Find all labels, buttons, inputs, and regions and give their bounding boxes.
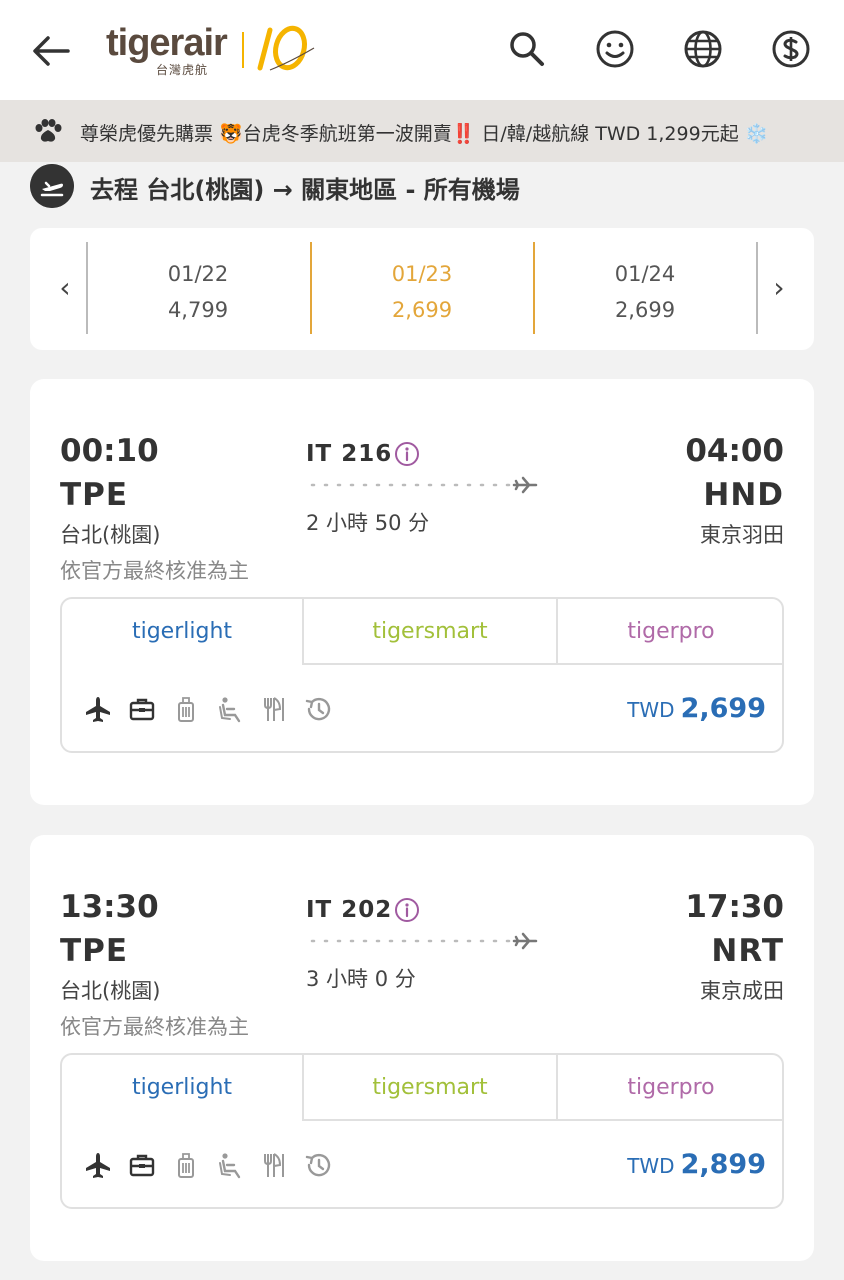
arrival-code: NRT (711, 933, 784, 969)
departure-time: 13:30 (60, 889, 159, 925)
plane-icon (86, 697, 110, 722)
date-selector: ‹ 01/22 4,799 01/23 2,699 01/24 2,699 › (30, 228, 814, 350)
briefcase-icon (129, 698, 155, 721)
tigerair-logo[interactable]: tigerair 台灣虎航 (106, 22, 336, 82)
arrival-time: 17:30 (685, 889, 784, 925)
price-amount: 2,899 (680, 1149, 766, 1180)
departure-code: TPE (60, 933, 129, 969)
schedule-note: 依官方最終核准為主 (60, 1015, 249, 1039)
arrival-time: 04:00 (685, 433, 784, 469)
smile-icon[interactable] (594, 28, 636, 70)
fare-price[interactable]: TWD 2,699 (627, 693, 766, 724)
plane-icon (86, 1153, 110, 1178)
search-icon[interactable] (506, 28, 548, 70)
logo-text: tigerair (106, 22, 228, 64)
fare-options: tigerlight tigersmart tigerpro (60, 1053, 784, 1209)
tab-tigerlight[interactable]: tigerlight (62, 1055, 302, 1121)
date-price: 4,799 (167, 298, 229, 322)
flight-number: IT 216 (306, 441, 393, 467)
tab-tigersmart[interactable]: tigersmart (302, 599, 556, 665)
flight-path-icon (310, 476, 538, 494)
promo-banner[interactable]: 尊榮虎優先購票 🐯台虎冬季航班第一波開賣‼️ 日/韓/越航線 TWD 1,299… (0, 100, 844, 162)
departure-city: 台北(桃園) (60, 979, 161, 1003)
schedule-note: 依官方最終核准為主 (60, 559, 249, 583)
meal-icon (264, 697, 284, 721)
history-icon (305, 697, 331, 721)
date-divider (756, 242, 758, 334)
flight-card[interactable]: 13:30 TPE 台北(桃園) 依官方最終核准為主 IT 202 3 小時 0… (30, 835, 814, 1261)
arrival-code: HND (703, 477, 784, 513)
info-icon[interactable] (394, 897, 420, 923)
flight-card[interactable]: 00:10 TPE 台北(桃園) 依官方最終核准為主 IT 216 2 小時 5… (30, 379, 814, 805)
flight-duration: 3 小時 0 分 (306, 967, 416, 991)
seat-icon (219, 1153, 241, 1179)
seat-icon (219, 697, 241, 723)
meal-icon (264, 1153, 284, 1177)
currency-icon[interactable] (770, 28, 812, 70)
date-option-0124[interactable]: 01/24 2,699 (535, 256, 755, 328)
briefcase-icon (129, 1154, 155, 1177)
arrival-city: 東京成田 (700, 979, 784, 1003)
tab-tigerpro[interactable]: tigerpro (556, 599, 784, 665)
paw-icon (35, 119, 62, 142)
flight-duration: 2 小時 50 分 (306, 511, 430, 535)
date-option-0122[interactable]: 01/22 4,799 (88, 256, 308, 328)
globe-icon[interactable] (682, 28, 724, 70)
history-icon (305, 1153, 331, 1177)
departure-city: 台北(桃園) (60, 523, 161, 547)
flight-path-icon (310, 932, 538, 950)
price-currency: TWD (627, 1154, 675, 1178)
tab-tigerlight[interactable]: tigerlight (62, 599, 302, 665)
date-option-0123-selected[interactable]: 01/23 2,699 (312, 256, 532, 328)
logo-divider (242, 32, 244, 68)
price-amount: 2,699 (680, 693, 766, 724)
logo-subtitle: 台灣虎航 (156, 63, 209, 77)
next-date-button[interactable]: › (764, 270, 794, 306)
date-label: 01/22 (167, 262, 229, 286)
arrival-city: 東京羽田 (700, 523, 784, 547)
flight-number: IT 202 (306, 897, 393, 923)
date-label: 01/23 (391, 262, 453, 286)
departure-time: 00:10 (60, 433, 159, 469)
luggage-icon (178, 1153, 194, 1178)
route-title: 去程 台北(桃園) → 關東地區 - 所有機場 (90, 176, 520, 204)
luggage-icon (178, 697, 194, 722)
tab-tigerpro[interactable]: tigerpro (556, 1055, 784, 1121)
prev-date-button[interactable]: ‹ (50, 270, 80, 306)
departure-code: TPE (60, 477, 129, 513)
date-price: 2,699 (391, 298, 453, 322)
fare-options: tigerlight tigersmart tigerpro (60, 597, 784, 753)
tab-tigersmart[interactable]: tigersmart (302, 1055, 556, 1121)
tenth-anniversary-logo-icon (257, 25, 315, 71)
price-currency: TWD (627, 698, 675, 722)
fare-price[interactable]: TWD 2,899 (627, 1149, 766, 1180)
promo-banner-text: 尊榮虎優先購票 🐯台虎冬季航班第一波開賣‼️ 日/韓/越航線 TWD 1,299… (80, 123, 769, 145)
info-icon[interactable] (394, 441, 420, 467)
departure-plane-icon (30, 164, 74, 208)
date-label: 01/24 (614, 262, 676, 286)
date-price: 2,699 (614, 298, 676, 322)
app-header: tigerair 台灣虎航 (0, 0, 844, 100)
back-arrow-icon[interactable] (28, 28, 74, 74)
